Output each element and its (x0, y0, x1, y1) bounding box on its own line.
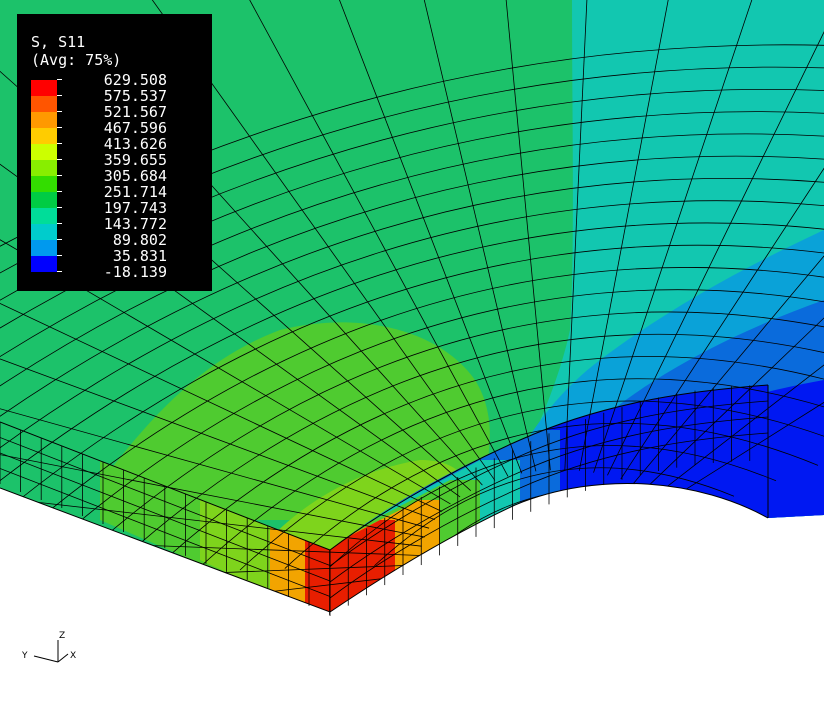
legend-tick (57, 175, 62, 176)
legend-swatch (31, 96, 57, 112)
legend-value: 305.684 (103, 167, 167, 185)
x-axis-line (57, 653, 69, 663)
axis-triad: Z Y X (21, 631, 76, 663)
legend-tick (57, 159, 62, 160)
legend-tick (57, 111, 62, 112)
legend-tick (57, 79, 62, 80)
legend-value: 629.508 (103, 71, 167, 89)
legend-swatch (31, 128, 57, 144)
legend-value: 35.831 (112, 247, 167, 265)
legend-title: S, S11 (31, 33, 86, 51)
legend-value: -18.139 (103, 263, 167, 281)
legend-swatch (31, 192, 57, 208)
legend-tick (57, 95, 62, 96)
legend-value: 467.596 (103, 119, 167, 137)
contour-legend: S, S11 (Avg: 75%) 629.508 575.537 521.567 4… (17, 14, 212, 291)
legend-value: 521.567 (103, 103, 167, 121)
legend-swatch (31, 144, 57, 160)
legend-tick (57, 143, 62, 144)
legend-swatch (31, 80, 57, 96)
legend-tick (57, 223, 62, 224)
legend-swatch (31, 256, 57, 272)
legend-swatch (31, 208, 57, 224)
z-axis-label: Z (59, 631, 65, 641)
mesh-line (463, 511, 651, 564)
legend-swatch (31, 224, 57, 240)
legend-value: 359.655 (103, 151, 167, 169)
legend-swatch (31, 160, 57, 176)
legend-value: 413.626 (103, 135, 167, 153)
legend-value: 143.772 (103, 215, 167, 233)
legend-swatch (31, 240, 57, 256)
legend-value: 89.802 (112, 231, 167, 249)
legend-tick (57, 239, 62, 240)
legend-swatch (31, 176, 57, 192)
legend-tick (57, 207, 62, 208)
legend-value: 197.743 (103, 199, 167, 217)
legend-subtitle: (Avg: 75%) (31, 51, 122, 69)
x-axis-label: X (70, 651, 76, 661)
y-axis-line (33, 655, 59, 663)
legend-value: 251.714 (103, 183, 167, 201)
legend-value: 575.537 (103, 87, 167, 105)
y-axis-label: Y (21, 651, 28, 661)
legend-tick (57, 255, 62, 256)
legend-tick (57, 191, 62, 192)
legend-tick (57, 127, 62, 128)
legend-swatch (31, 112, 57, 128)
legend-tick (57, 271, 62, 272)
